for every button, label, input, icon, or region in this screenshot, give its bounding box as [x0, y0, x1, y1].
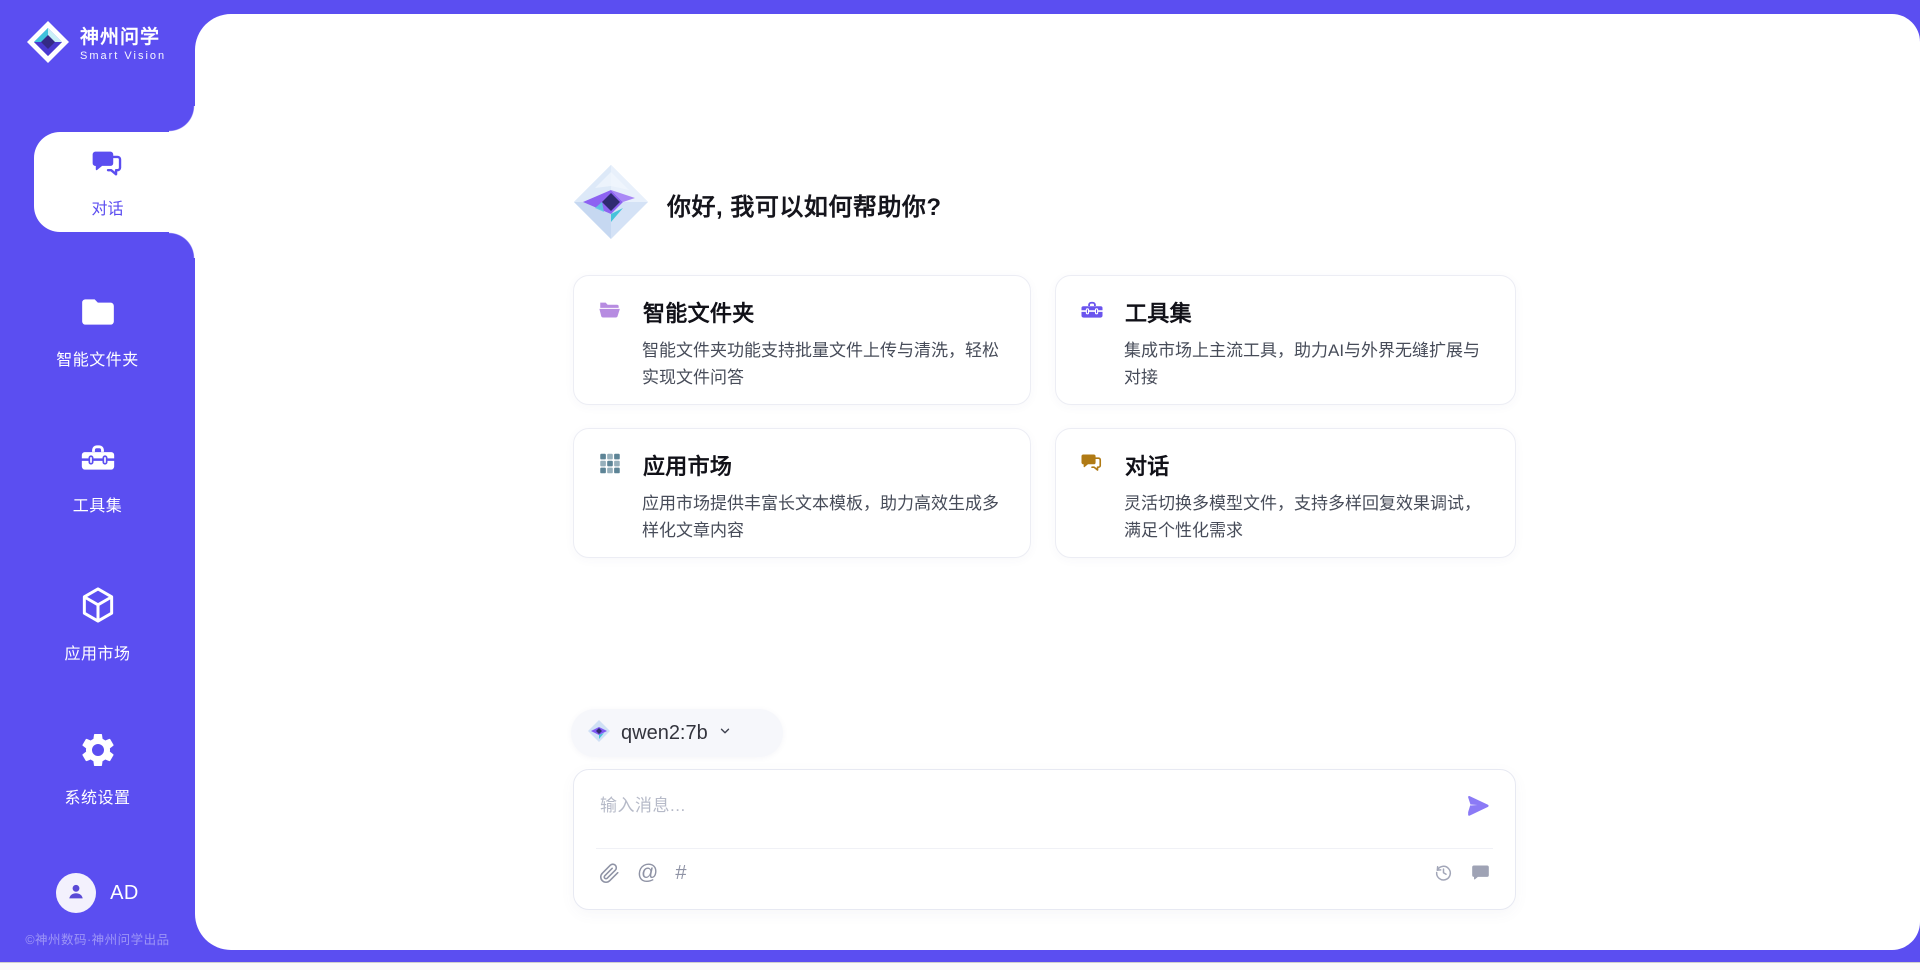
sidebar-item-label: 智能文件夹	[56, 346, 139, 370]
card-description: 集成市场上主流工具，助力AI与外界无缝扩展与对接	[1124, 337, 1490, 391]
mention-button[interactable]: @	[637, 862, 658, 884]
card-title: 智能文件夹	[643, 296, 755, 328]
app-logo-icon	[571, 162, 651, 247]
card-description: 灵活切换多模型文件，支持多样回复效果调试，满足个性化需求	[1124, 490, 1490, 544]
sidebar-item-label: 应用市场	[64, 640, 130, 664]
sidebar-item-label: 系统设置	[64, 784, 130, 808]
topic-button[interactable]: #	[675, 862, 686, 884]
attach-file-button[interactable]	[599, 863, 620, 884]
chat-bubble-icon	[1470, 862, 1491, 883]
brand: 神州问学 Smart Vision	[26, 20, 166, 69]
main-panel: 你好, 我可以如何帮助你? 智能文件夹 智能文件夹功能支持批量文件上传与清洗，轻…	[195, 14, 1920, 950]
sidebar-item-smart-folder[interactable]: 智能文件夹	[0, 292, 195, 370]
toolbox-icon	[1079, 297, 1105, 328]
sidebar-item-toolset[interactable]: 工具集	[0, 438, 195, 516]
new-chat-button[interactable]	[1470, 862, 1491, 883]
card-description: 智能文件夹功能支持批量文件上传与清洗，轻松实现文件问答	[642, 337, 1008, 391]
brand-name: 神州问学	[80, 26, 166, 50]
sidebar-item-app-market[interactable]: 应用市场	[0, 584, 195, 664]
user-initials: AD	[110, 882, 139, 905]
copyright-text: ©神州数码·神州问学出品	[0, 929, 195, 948]
model-name: qwen2:7b	[621, 722, 708, 745]
message-composer: 输入消息... @ #	[573, 769, 1516, 910]
model-selector[interactable]: qwen2:7b	[571, 709, 783, 757]
user-account[interactable]: AD	[0, 873, 195, 913]
window-bottom-edge	[0, 962, 1920, 970]
greeting-header: 你好, 我可以如何帮助你?	[571, 162, 942, 247]
cube-icon	[77, 584, 119, 631]
send-button[interactable]	[1463, 790, 1493, 820]
chat-bubbles-icon	[1079, 450, 1105, 481]
toolbox-icon	[78, 438, 118, 483]
divider	[596, 848, 1493, 849]
history-icon	[1433, 862, 1454, 883]
folder-icon	[78, 292, 118, 337]
brand-subtitle: Smart Vision	[80, 50, 166, 63]
model-logo-icon	[587, 719, 611, 748]
greeting-text: 你好, 我可以如何帮助你?	[667, 187, 942, 222]
sidebar-item-label: 工具集	[73, 492, 123, 516]
card-chat[interactable]: 对话 灵活切换多模型文件，支持多样回复效果调试，满足个性化需求	[1055, 428, 1516, 558]
chevron-down-icon	[718, 724, 732, 743]
folder-icon	[597, 297, 623, 328]
sidebar-item-chat[interactable]: 对话	[34, 132, 195, 232]
card-toolset[interactable]: 工具集 集成市场上主流工具，助力AI与外界无缝扩展与对接	[1055, 275, 1516, 405]
sidebar: 神州问学 Smart Vision 对话 智能文件夹	[0, 0, 195, 970]
send-icon	[1465, 792, 1491, 818]
feature-cards: 智能文件夹 智能文件夹功能支持批量文件上传与清洗，轻松实现文件问答 工具集 集成…	[573, 275, 1516, 558]
message-input[interactable]: 输入消息...	[600, 791, 1445, 816]
history-button[interactable]	[1433, 862, 1454, 883]
brand-logo-icon	[26, 20, 70, 69]
card-smart-folder[interactable]: 智能文件夹 智能文件夹功能支持批量文件上传与清洗，轻松实现文件问答	[573, 275, 1031, 405]
paperclip-icon	[599, 863, 620, 884]
app-grid-icon	[597, 450, 623, 481]
person-icon	[64, 879, 88, 908]
gear-icon	[78, 730, 118, 775]
card-title: 对话	[1125, 449, 1170, 481]
card-app-market[interactable]: 应用市场 应用市场提供丰富长文本模板，助力高效生成多样化文章内容	[573, 428, 1031, 558]
card-title: 应用市场	[643, 449, 732, 481]
card-title: 工具集	[1125, 296, 1192, 328]
sidebar-item-label: 对话	[91, 195, 123, 219]
card-description: 应用市场提供丰富长文本模板，助力高效生成多样化文章内容	[642, 490, 1008, 544]
sidebar-item-settings[interactable]: 系统设置	[0, 730, 195, 808]
chat-bubbles-icon	[89, 145, 127, 188]
avatar	[56, 873, 96, 913]
